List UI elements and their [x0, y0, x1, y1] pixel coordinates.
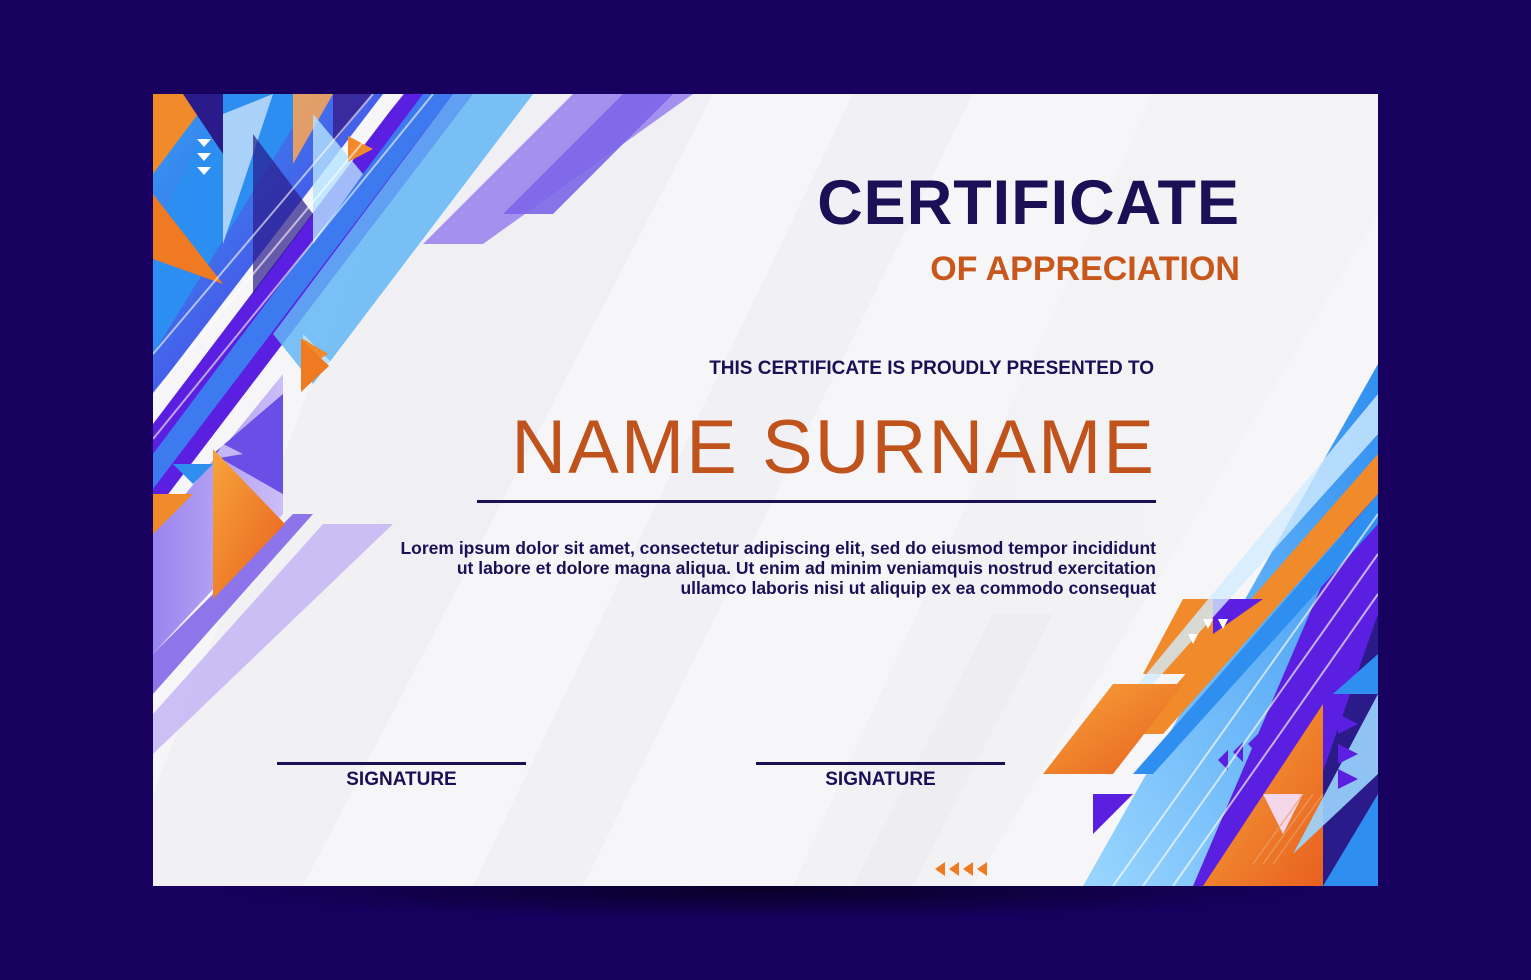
body-line: ut labore et dolore magna aliqua. Ut eni… — [456, 558, 1156, 578]
signature-line-right — [756, 762, 1005, 765]
certificate-title: CERTIFICATE — [817, 168, 1240, 238]
recipient-name: NAME SURNAME — [511, 405, 1156, 490]
signature-line-left — [277, 762, 526, 765]
signature-label-right: SIGNATURE — [825, 769, 936, 790]
name-underline — [477, 500, 1156, 503]
presented-to-text: THIS CERTIFICATE IS PROUDLY PRESENTED TO — [709, 358, 1154, 379]
certificate-card: CERTIFICATE OF APPRECIATION THIS CERTIFI… — [153, 94, 1378, 886]
body-line: ullamco laboris nisi ut aliquip ex ea co… — [680, 578, 1156, 598]
body-line: Lorem ipsum dolor sit amet, consectetur … — [400, 538, 1156, 558]
certificate-subtitle: OF APPRECIATION — [930, 250, 1240, 288]
signature-label-left: SIGNATURE — [346, 769, 457, 790]
body-text: Lorem ipsum dolor sit amet, consectetur … — [336, 538, 1156, 598]
